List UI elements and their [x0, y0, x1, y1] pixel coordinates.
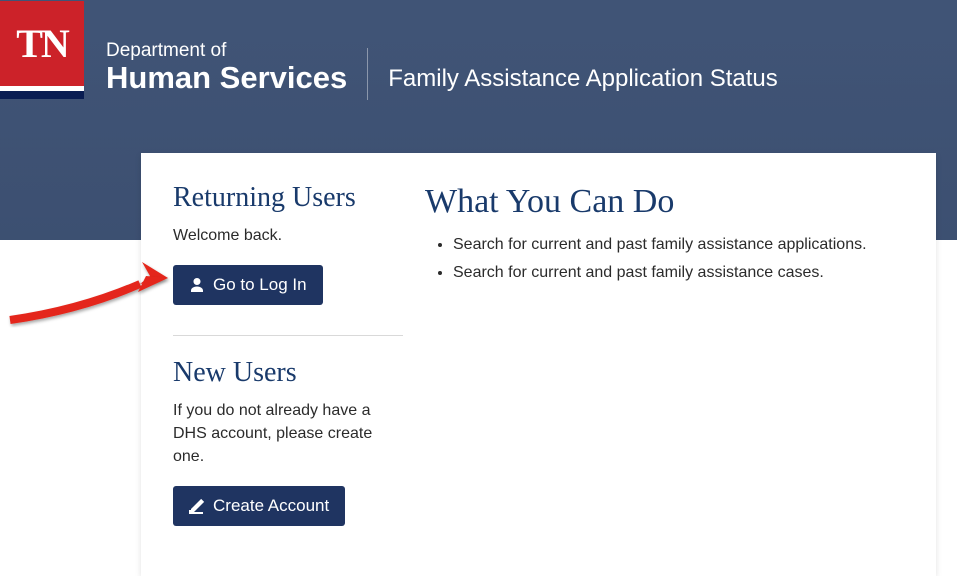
create-account-button[interactable]: Create Account: [173, 486, 345, 526]
edit-icon: [189, 498, 205, 514]
dept-large: Human Services: [106, 60, 347, 96]
welcome-text: Welcome back.: [173, 224, 403, 247]
header-inner: TN Department of Human Services Family A…: [0, 0, 957, 100]
department-title-block: Department of Human Services: [106, 5, 347, 96]
login-button-label: Go to Log In: [213, 275, 307, 295]
tn-logo-red: TN: [0, 1, 84, 86]
dept-small: Department of: [106, 41, 347, 60]
header-divider: [367, 48, 368, 100]
list-item: Search for current and past family assis…: [453, 236, 896, 254]
new-users-text: If you do not already have a DHS account…: [173, 399, 403, 469]
tn-logo: TN: [0, 1, 84, 99]
create-account-button-label: Create Account: [213, 496, 329, 516]
list-item: Search for current and past family assis…: [453, 264, 896, 282]
what-you-can-do-heading: What You Can Do: [425, 183, 896, 220]
tn-logo-text: TN: [16, 20, 68, 67]
left-column: Returning Users Welcome back. Go to Log …: [173, 183, 403, 526]
returning-heading: Returning Users: [173, 183, 403, 214]
tn-logo-stripe-navy: [0, 91, 84, 99]
section-divider: [173, 335, 403, 336]
new-users-heading: New Users: [173, 358, 403, 389]
right-column: What You Can Do Search for current and p…: [403, 183, 896, 526]
what-you-can-do-list: Search for current and past family assis…: [425, 236, 896, 282]
login-button[interactable]: Go to Log In: [173, 265, 323, 305]
main-card: Returning Users Welcome back. Go to Log …: [141, 153, 936, 576]
user-icon: [189, 277, 205, 293]
page-title: Family Assistance Application Status: [388, 7, 778, 93]
